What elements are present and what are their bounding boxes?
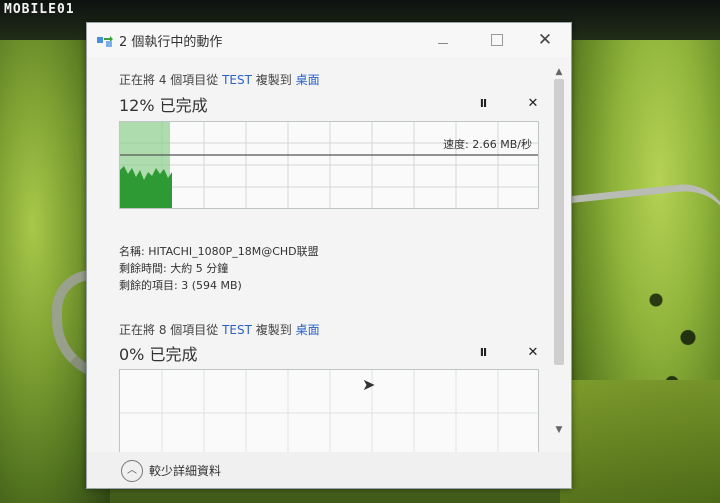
operation-1-pause-button[interactable]: II [473,94,493,114]
copy-arrows-icon [97,36,113,47]
operations-list: 正在將 4 個項目從 TEST 複製到 桌面 12% 已完成 II ✕ 速度: … [87,57,549,452]
scroll-up-arrow[interactable]: ▲ [551,67,567,79]
maximize-button[interactable] [483,29,511,51]
operation-1-header: 正在將 4 個項目從 TEST 複製到 桌面 [119,71,320,88]
speed-graph-2-svg [120,370,538,452]
operation-2-middle: 複製到 [251,323,296,337]
operation-1-items-remaining: 剩餘的項目: 3 (594 MB) [119,279,242,292]
mouse-cursor-icon: ➤ [362,375,376,394]
operation-1-source-link[interactable]: TEST [222,73,252,87]
background-grass [560,380,720,503]
operation-1-prefix: 正在將 4 個項目從 [119,73,223,87]
operation-1-cancel-button[interactable]: ✕ [523,94,543,114]
operation-1-speed: 速度: 2.66 MB/秒 [443,138,532,151]
operation-1-speed-graph: 速度: 2.66 MB/秒 [119,121,539,209]
operation-1-filename: 名稱: HITACHI_1080P_18M@CHD联盟 [119,245,319,258]
chevron-up-icon[interactable]: ︿ [121,460,143,482]
operation-1-time-remaining: 剩餘時間: 大約 5 分鐘 [119,262,229,275]
operation-2-speed-graph [119,369,539,452]
operation-2-header: 正在將 8 個項目從 TEST 複製到 桌面 [119,321,320,338]
operation-2-destination-link[interactable]: 桌面 [296,323,320,337]
scroll-thumb[interactable] [554,79,564,365]
operation-1-destination-link[interactable]: 桌面 [296,73,320,87]
speed-graph-svg [120,122,538,208]
operation-2-cancel-button[interactable]: ✕ [523,343,543,363]
scroll-down-arrow[interactable]: ▼ [551,425,567,437]
title-bar[interactable]: 2 個執行中的動作 ✕ [87,23,571,57]
operation-2-prefix: 正在將 8 個項目從 [119,323,223,337]
dialog-footer: ︿ 較少詳細資料 [87,452,571,488]
operation-1-percent: 12% 已完成 [119,96,208,115]
operation-2-pause-button[interactable]: II [473,343,493,363]
vertical-scrollbar[interactable]: ▲ ▼ [551,67,567,437]
operation-2-source-link[interactable]: TEST [222,323,252,337]
less-details-link[interactable]: 較少詳細資料 [149,462,221,479]
minimize-icon [438,43,448,44]
minimize-button[interactable] [429,29,457,51]
maximize-icon [491,34,503,46]
close-window-button[interactable]: ✕ [531,29,559,51]
operation-2-percent: 0% 已完成 [119,345,198,364]
window-title: 2 個執行中的動作 [119,35,223,50]
file-operation-dialog: 2 個執行中的動作 ✕ 正在將 4 個項目從 TEST 複製到 桌面 12% 已… [86,22,572,489]
operation-1-middle: 複製到 [251,73,296,87]
watermark-logo: MOBILE01 [4,2,75,17]
